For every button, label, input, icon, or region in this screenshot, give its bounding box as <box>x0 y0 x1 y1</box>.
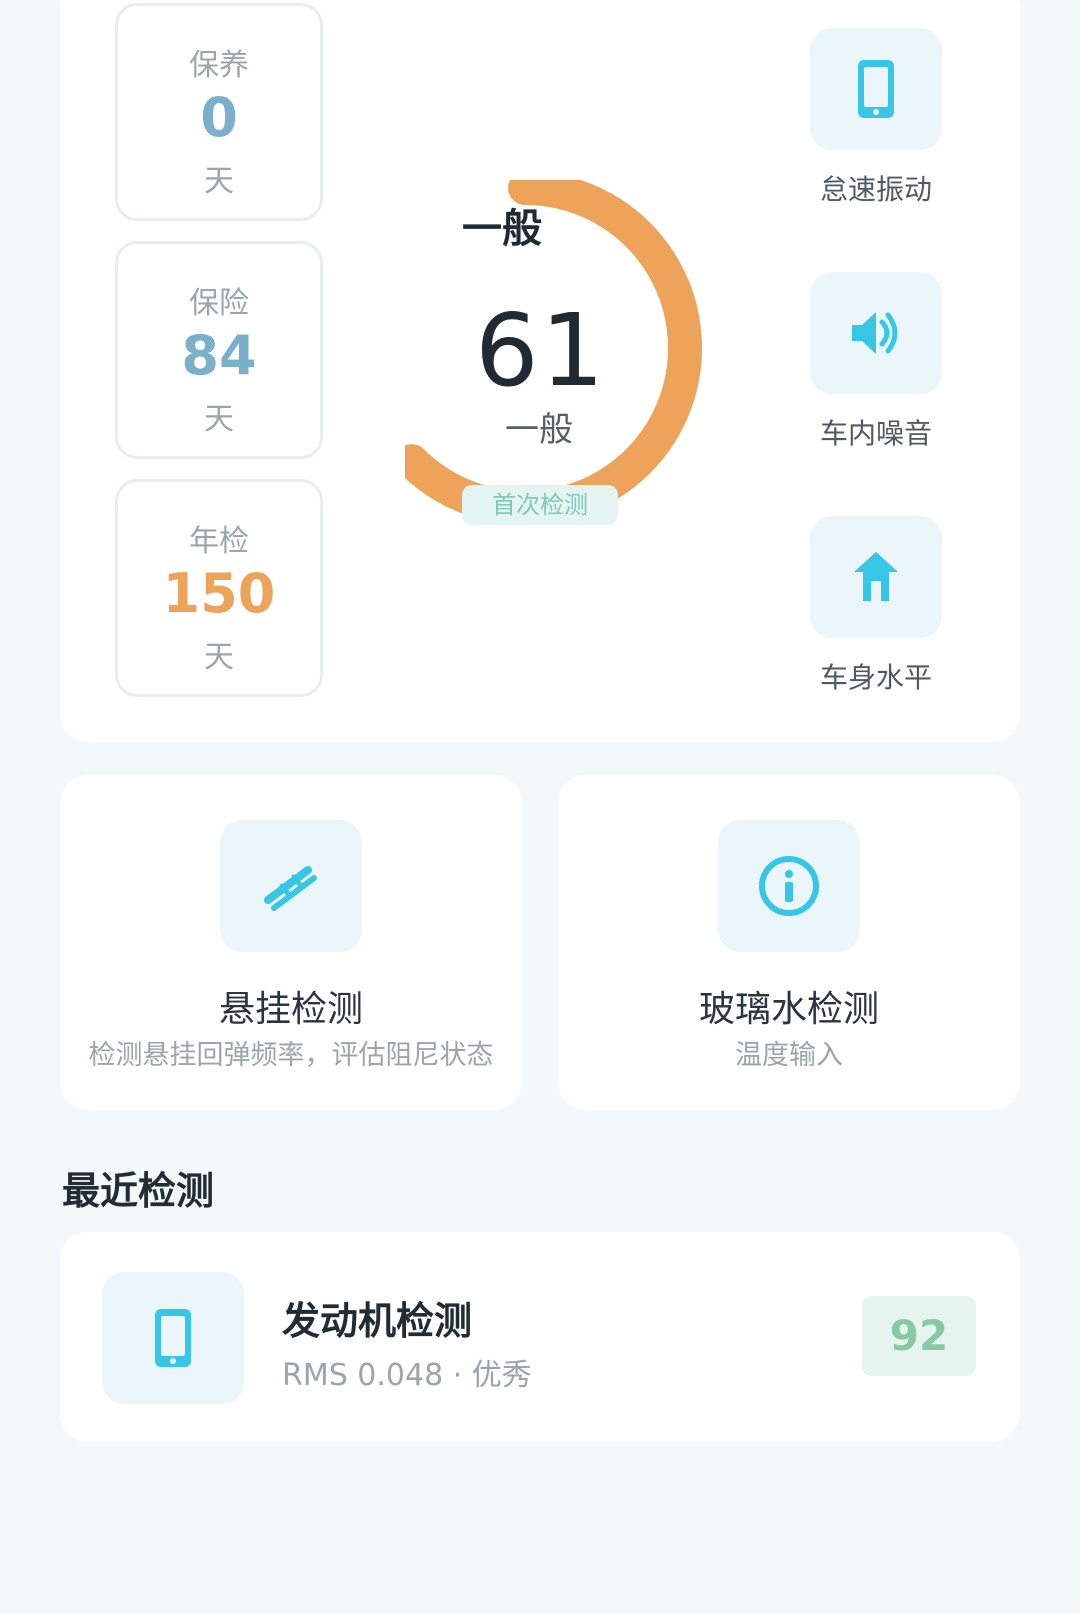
recent-subtitle: RMS 0.048 · 优秀 <box>282 1358 532 1393</box>
first-test-badge: 首次检测 <box>462 485 618 525</box>
health-score-gauge: 一般 61 一般 首次检测 <box>394 171 735 540</box>
speaker-icon <box>852 312 898 354</box>
body-level-button[interactable]: 车身水平 <box>810 516 942 696</box>
quick-tile <box>810 28 942 150</box>
stat-unit: 天 <box>204 402 234 437</box>
recent-tile <box>102 1272 244 1404</box>
info-icon <box>759 856 819 916</box>
stat-label: 保险 <box>189 286 249 321</box>
quick-label: 怠速振动 <box>819 173 932 206</box>
quick-label: 车身水平 <box>819 661 932 694</box>
quick-label: 车内噪音 <box>819 417 932 450</box>
stat-value: 150 <box>162 562 276 625</box>
feature-title: 悬挂检测 <box>218 989 363 1030</box>
inspection-stat-card[interactable]: 年检 150 天 <box>115 479 323 697</box>
gauge-status-label: 一般 <box>462 206 542 252</box>
gauge-score-status: 一般 <box>505 410 573 450</box>
stat-unit: 天 <box>204 640 234 675</box>
recent-score-badge: 92 <box>862 1296 976 1376</box>
stat-label: 年检 <box>189 524 249 559</box>
phone-icon <box>155 1309 191 1367</box>
screen: 保养 0 天 保险 84 天 年检 150 天 一般 61 一般 首次检测 怠速… <box>0 0 1080 1613</box>
recent-test-item[interactable]: 发动机检测 RMS 0.048 · 优秀 92 <box>60 1232 1020 1442</box>
maintenance-stat-card[interactable]: 保养 0 天 <box>115 3 323 221</box>
feature-desc: 温度输入 <box>735 1040 843 1071</box>
washer-fluid-test-card[interactable]: 玻璃水检测 温度输入 <box>558 775 1020 1110</box>
quick-tile <box>810 516 942 638</box>
cabin-noise-button[interactable]: 车内噪音 <box>810 272 942 452</box>
insurance-stat-card[interactable]: 保险 84 天 <box>115 241 323 459</box>
recent-title: 发动机检测 <box>282 1299 473 1343</box>
phone-icon <box>858 60 894 118</box>
feature-title: 玻璃水检测 <box>698 989 879 1030</box>
suspension-icon <box>264 866 317 911</box>
stat-unit: 天 <box>204 164 234 199</box>
quick-tile <box>810 272 942 394</box>
stat-label: 保养 <box>189 48 249 83</box>
suspension-test-card[interactable]: 悬挂检测 检测悬挂回弹频率，评估阻尼状态 <box>60 775 522 1110</box>
idle-vibration-button[interactable]: 怠速振动 <box>810 28 942 208</box>
feature-tile <box>718 820 860 952</box>
stat-value: 0 <box>200 86 238 149</box>
gauge-score: 61 <box>475 292 607 409</box>
level-icon <box>854 552 898 601</box>
recent-section-title: 最近检测 <box>62 1169 215 1213</box>
feature-tile <box>220 820 362 952</box>
feature-desc: 检测悬挂回弹频率，评估阻尼状态 <box>88 1040 494 1071</box>
stat-value: 84 <box>181 324 257 387</box>
